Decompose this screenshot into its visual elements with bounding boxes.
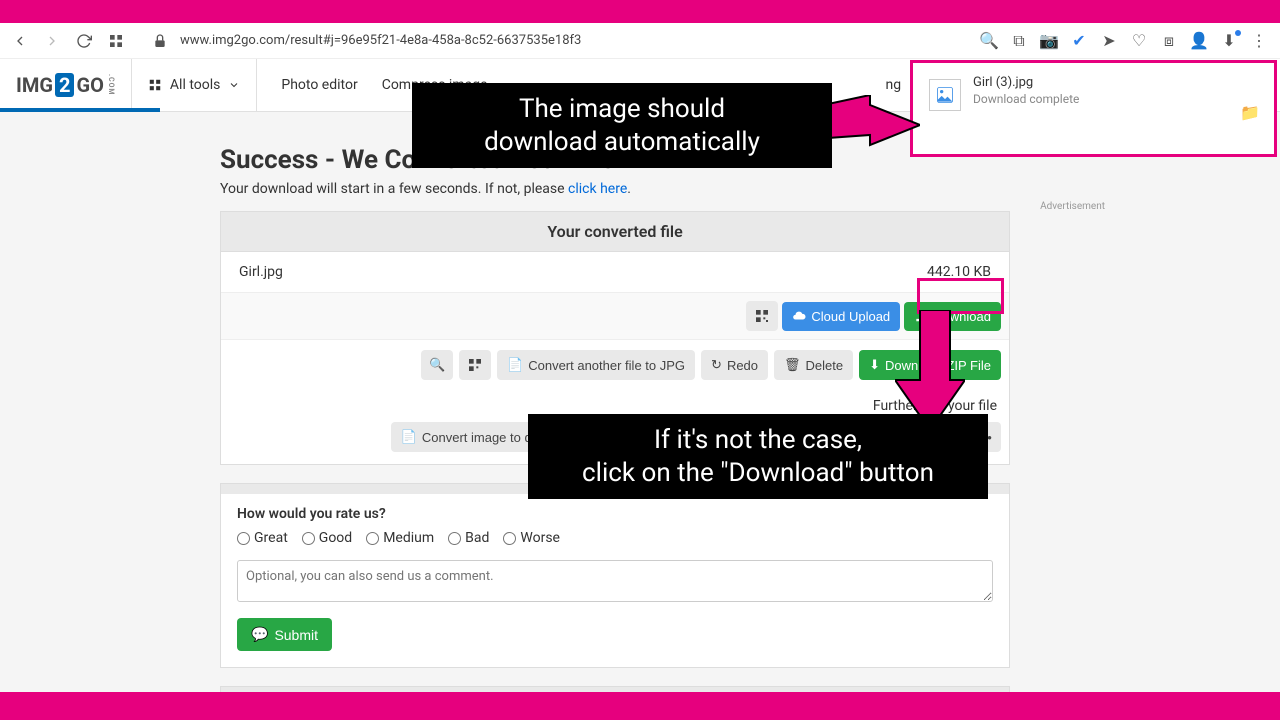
cloud-upload-button[interactable]: Cloud Upload [782, 302, 900, 331]
bottom-pink-bar [0, 692, 1280, 720]
qr-button[interactable] [746, 301, 778, 331]
back-icon[interactable] [10, 31, 30, 51]
grid-icon [148, 78, 162, 92]
delete-button[interactable]: 🗑 Delete [774, 350, 853, 380]
qr-button-2[interactable] [459, 350, 491, 380]
radio-medium[interactable]: Medium [366, 530, 434, 546]
menu-icon[interactable]: ⋮ [1250, 32, 1268, 50]
chevron-down-icon [228, 79, 240, 91]
download-indicator-icon[interactable]: ⬇ [1220, 32, 1238, 50]
callout-manual-download: If it's not the case, click on the "Down… [528, 414, 988, 499]
search-button[interactable]: 🔍 [421, 350, 453, 380]
subtitle-post: . [627, 181, 631, 197]
crop-icon[interactable]: ⧉ [1010, 32, 1028, 50]
rating-radios: Great Good Medium Bad Worse [237, 530, 993, 546]
further-edit-label: Further edit your file [221, 390, 1009, 416]
cube-icon[interactable]: ⧈ [1160, 32, 1178, 50]
forward-icon[interactable] [42, 31, 62, 51]
radio-worse[interactable]: Worse [503, 530, 560, 546]
browser-right-icons: 🔍 ⧉ 📷 ✔ ➤ ♡ ⧈ 👤 ⬇ ⋮ [980, 32, 1268, 50]
top-pink-bar [0, 0, 1280, 23]
arrow-to-download-button [895, 310, 965, 430]
file-size: 442.10 KB [927, 264, 991, 280]
radio-great[interactable]: Great [237, 530, 288, 546]
file-name: Girl.jpg [239, 264, 283, 280]
lock-icon [150, 31, 170, 51]
rating-question: How would you rate us? [237, 506, 993, 522]
comment-textarea[interactable] [237, 560, 993, 602]
nav-item-ng[interactable]: ng [885, 77, 901, 93]
primary-action-row: Cloud Upload Download [221, 293, 1009, 340]
advertisement-label: Advertisement [1040, 201, 1105, 212]
logo[interactable]: IMG2GO.COM [0, 73, 131, 97]
shield-check-icon[interactable]: ✔ [1070, 32, 1088, 50]
avatar-icon[interactable]: 👤 [1190, 32, 1208, 50]
download-filename: Girl (3).jpg [973, 75, 1079, 90]
browser-toolbar: www.img2go.com/result#j=96e95f21-4e8a-45… [0, 23, 1280, 59]
page-content: Success - We Converted Your File Your do… [0, 112, 1280, 692]
folder-icon[interactable]: 📁 [1240, 103, 1260, 122]
converted-file-header: Your converted file [221, 212, 1009, 252]
download-thumb [929, 79, 961, 111]
all-tools-dropdown[interactable]: All tools [131, 59, 257, 111]
file-row: Girl.jpg 442.10 KB [221, 252, 1009, 293]
apps-icon[interactable] [106, 31, 126, 51]
reload-icon[interactable] [74, 31, 94, 51]
download-notification: Girl (3).jpg Download complete 📁 [910, 60, 1277, 157]
submit-button[interactable]: 💬 Submit [237, 618, 332, 651]
convert-another-button[interactable]: 📄 Convert another file to JPG [497, 350, 695, 380]
search-icon[interactable]: 🔍 [980, 32, 998, 50]
callout-auto-download: The image should download automatically [412, 83, 832, 168]
camera-icon[interactable]: 📷 [1040, 32, 1058, 50]
page-subtitle: Your download will start in a few second… [220, 181, 1010, 197]
nav-photo-editor[interactable]: Photo editor [281, 77, 357, 93]
tool-row: 🔍 📄 Convert another file to JPG ↻ Redo 🗑… [221, 340, 1009, 390]
rating-panel: How would you rate us? Great Good Medium… [220, 483, 1010, 668]
url-text[interactable]: www.img2go.com/result#j=96e95f21-4e8a-45… [180, 33, 581, 48]
heart-icon[interactable]: ♡ [1130, 32, 1148, 50]
send-icon[interactable]: ➤ [1100, 32, 1118, 50]
redo-button[interactable]: ↻ Redo [701, 350, 768, 380]
subtitle-pre: Your download will start in a few second… [220, 181, 568, 197]
click-here-link[interactable]: click here [568, 181, 627, 197]
radio-bad[interactable]: Bad [448, 530, 489, 546]
all-tools-label: All tools [170, 77, 220, 93]
download-status: Download complete [973, 92, 1079, 106]
radio-good[interactable]: Good [302, 530, 352, 546]
